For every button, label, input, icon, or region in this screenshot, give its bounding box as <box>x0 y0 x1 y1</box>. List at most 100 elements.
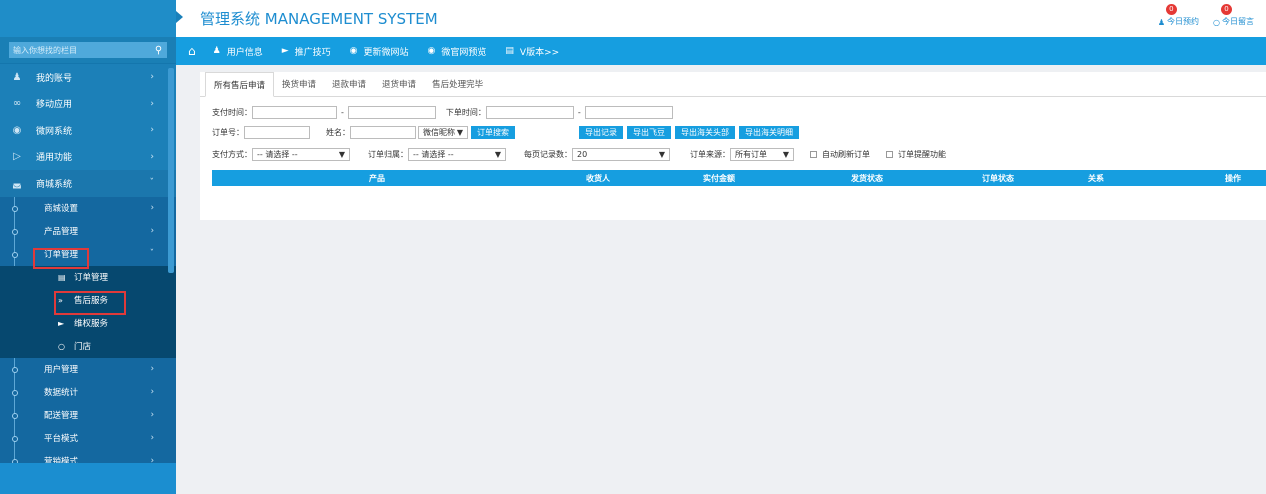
column-header: 操作 <box>1225 174 1241 183</box>
sub-item-delivery[interactable]: 配送管理 › <box>0 403 176 427</box>
chevron-right-icon: › <box>150 203 154 213</box>
tab-return[interactable]: 退货申请 <box>374 72 424 96</box>
order-remind-checkbox[interactable] <box>886 151 893 158</box>
sidebar-item-label: 移动应用 <box>36 100 73 111</box>
doc-icon: ▤ <box>58 272 66 282</box>
pay-time-start-input[interactable] <box>252 106 337 119</box>
sidebar-item-label: 通用功能 <box>36 153 73 164</box>
nav-promotion-tips[interactable]: ► 推广技巧 <box>282 45 331 58</box>
eye-icon: ◉ <box>427 46 436 56</box>
chevron-down-icon: ˇ <box>149 249 154 259</box>
column-header: 收货人 <box>586 174 610 183</box>
order-time-end-input[interactable] <box>584 106 673 119</box>
export-feidou-button[interactable]: 导出飞豆 <box>627 126 671 139</box>
order-source-select[interactable]: 所有订单 ▼ <box>730 148 794 161</box>
order-owner-select[interactable]: -- 请选择 -- ▼ <box>408 148 506 161</box>
column-header: 关系 <box>1088 174 1104 183</box>
chevron-right-icon: › <box>150 151 154 162</box>
sub-item-user-management[interactable]: 用户管理 › <box>0 357 176 381</box>
order-time-start-input[interactable] <box>485 106 574 119</box>
tab-all-after-sales[interactable]: 所有售后申请 <box>205 72 275 97</box>
sub-item-platform-mode[interactable]: 平台模式 › <box>0 426 176 450</box>
search-icon[interactable]: ⚲ <box>150 42 167 58</box>
today-message-link[interactable]: 0 ○ 今日留言 <box>1213 4 1254 27</box>
user-icon: ♟ <box>12 71 22 83</box>
pay-method-label: 支付方式： <box>212 150 252 159</box>
nav-site-preview[interactable]: ◉ 微官网预览 <box>428 45 487 58</box>
sidebar-item-label: 微网系统 <box>36 126 73 137</box>
app-title: 管理系统 MANAGEMENT SYSTEM <box>200 10 438 28</box>
chevron-down-icon: ˇ <box>149 178 155 189</box>
chevron-right-icon: › <box>150 364 154 374</box>
user-icon: ♟ <box>212 46 221 56</box>
dropdown-arrow-icon: ▼ <box>658 150 665 159</box>
chevron-right-icon: › <box>150 387 154 397</box>
select-value: 所有订单 <box>735 150 767 159</box>
sidebar-item-general[interactable]: ▷ 通用功能 › <box>0 144 176 171</box>
tree-node-icon <box>12 426 18 450</box>
sidebar-item-mobile-apps[interactable]: ∞ 移动应用 › <box>0 91 176 118</box>
name-label: 姓名： <box>326 128 350 137</box>
highlight-box <box>33 248 89 269</box>
sidebar-search: ⚲ <box>0 37 176 64</box>
sidebar-item-label: 商城系统 <box>36 179 73 190</box>
megaphone-icon: ► <box>281 46 289 56</box>
tab-exchange[interactable]: 换货申请 <box>274 72 324 96</box>
sidebar-search-input[interactable] <box>9 42 151 58</box>
export-customs-head-button[interactable]: 导出海关头部 <box>675 126 735 139</box>
sub-item-mall-settings[interactable]: 商城设置 › <box>0 196 176 220</box>
per-page-select[interactable]: 20 ▼ <box>572 148 670 161</box>
order-no-input[interactable] <box>244 126 310 139</box>
today-message-label: 今日留言 <box>1222 17 1254 26</box>
top-navbar: ⌂ ♟ 用户信息 ► 推广技巧 ◉ 更新微网站 ◉ 微官网预览 ▤ V版本>> <box>176 37 1266 65</box>
chat-icon: ○ <box>1213 18 1220 27</box>
megaphone-icon: ► <box>58 318 65 328</box>
export-record-button[interactable]: 导出记录 <box>579 126 623 139</box>
tree-node-icon <box>12 380 18 404</box>
nav-user-info[interactable]: ♟ 用户信息 <box>213 45 263 58</box>
nav-update-site[interactable]: ◉ 更新微网站 <box>350 45 409 58</box>
globe-icon: ◉ <box>12 124 22 136</box>
sub-item-product-management[interactable]: 产品管理 › <box>0 219 176 243</box>
column-header: 发货状态 <box>851 174 883 183</box>
sidebar-item-mall[interactable]: ◛ 商城系统 ˇ <box>0 170 176 197</box>
pay-time-end-input[interactable] <box>347 106 436 119</box>
sub-item-label: 产品管理 <box>44 227 79 237</box>
sub-item-label: 用户管理 <box>44 365 79 375</box>
sidebar-item-label: 我的账号 <box>36 73 73 84</box>
sidebar-item-micro-site[interactable]: ◉ 微网系统 › <box>0 117 176 144</box>
globe-icon: ◉ <box>349 46 358 56</box>
orders-table-header: 产品 收货人 实付金额 发货状态 订单状态 关系 操作 <box>212 170 1266 186</box>
today-booking-link[interactable]: 0 ♟ 今日预约 <box>1158 4 1199 27</box>
tab-bar: 所有售后申请 换货申请 退款申请 退货申请 售后处理完毕 <box>200 72 1266 97</box>
collapse-arrow-icon[interactable] <box>176 11 183 23</box>
filter-row-options: 支付方式： -- 请选择 -- ▼ 订单归属： -- 请选择 -- ▼ 每页记录… <box>212 148 946 161</box>
nav-version[interactable]: ▤ V版本>> <box>505 45 559 58</box>
tree-node-icon <box>12 242 18 266</box>
sub-item-statistics[interactable]: 数据统计 › <box>0 380 176 404</box>
wechat-nickname-select[interactable]: 微信昵称 ▼ <box>418 126 468 139</box>
sidebar-scrollbar[interactable] <box>168 68 174 273</box>
tab-completed[interactable]: 售后处理完毕 <box>424 72 491 96</box>
column-header: 订单状态 <box>982 174 1014 183</box>
export-customs-detail-button[interactable]: 导出海关明细 <box>739 126 799 139</box>
cart-icon: ◛ <box>12 177 22 189</box>
select-value: 20 <box>577 150 588 159</box>
pay-method-select[interactable]: -- 请选择 -- ▼ <box>252 148 350 161</box>
chat-icon: ○ <box>58 341 65 351</box>
tab-refund[interactable]: 退款申请 <box>324 72 374 96</box>
name-input[interactable] <box>350 126 416 139</box>
sidebar-item-account[interactable]: ♟ 我的账号 › <box>0 64 176 91</box>
range-dash: - <box>341 108 344 117</box>
leaf-store[interactable]: ○ 门店 <box>0 335 176 358</box>
filter-row-search: 订单号： 姓名： 微信昵称 ▼ 订单搜索 导出记录 导出飞豆 导出海关头部 导出… <box>212 126 799 139</box>
dropdown-arrow-icon: ▼ <box>338 150 345 159</box>
sub-item-label: 平台模式 <box>44 434 79 444</box>
select-value: 微信昵称 <box>423 128 455 137</box>
mall-submenu-more: 用户管理 › 数据统计 › 配送管理 › 平台模式 › 营销模式 › <box>0 357 176 473</box>
play-circle-icon: ▷ <box>13 151 21 163</box>
auto-refresh-checkbox[interactable] <box>810 151 817 158</box>
home-icon[interactable]: ⌂ <box>188 44 196 58</box>
order-search-button[interactable]: 订单搜索 <box>471 126 515 139</box>
tree-node-icon <box>12 403 18 427</box>
